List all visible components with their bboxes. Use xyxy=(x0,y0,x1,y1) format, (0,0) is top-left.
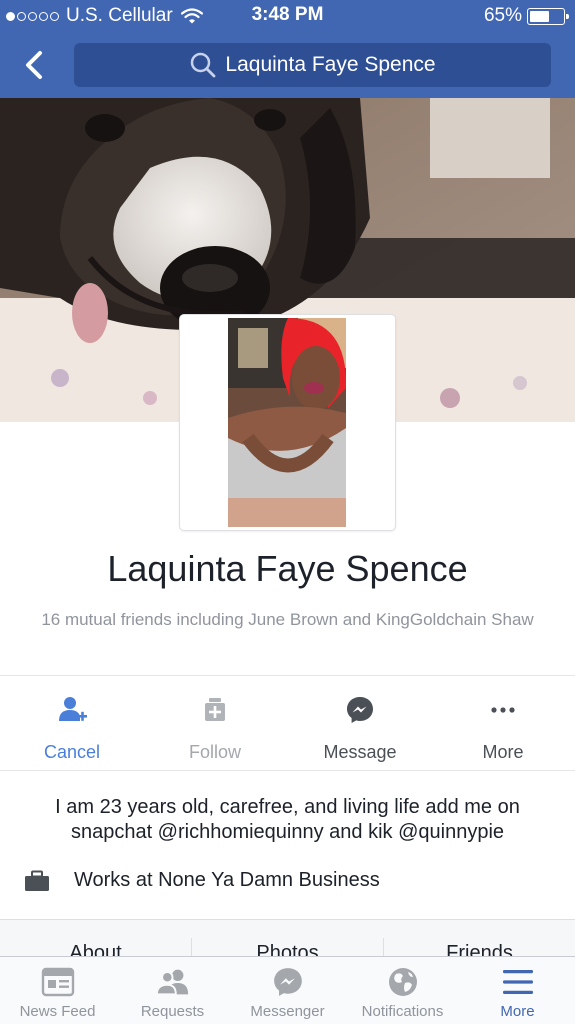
messenger-icon xyxy=(273,968,302,996)
tab-messenger[interactable]: Messenger xyxy=(230,957,345,1024)
tab-friends[interactable]: Friends xyxy=(384,920,575,959)
battery-icon xyxy=(527,7,569,25)
news-feed-icon xyxy=(41,967,74,997)
battery-level xyxy=(530,10,550,22)
cancel-request-button[interactable]: Cancel xyxy=(0,676,144,770)
tab-photos[interactable]: Photos xyxy=(192,920,383,959)
tab-notifications[interactable]: Notifications xyxy=(345,957,460,1024)
message-label: Message xyxy=(323,742,397,762)
briefcase-icon xyxy=(25,870,49,891)
tab-about[interactable]: About xyxy=(0,920,191,959)
more-tab-label: More xyxy=(500,1003,535,1020)
work-text: Works at None Ya Damn Business xyxy=(74,869,380,891)
chevron-left-icon xyxy=(26,51,42,79)
search-query: Laquinta Faye Spence xyxy=(225,53,436,76)
search-input[interactable]: Laquinta Faye Spence xyxy=(74,43,551,87)
navigation-bar: Laquinta Faye Spence xyxy=(0,32,575,98)
profile-bio: I am 23 years old, carefree, and living … xyxy=(55,796,520,843)
person-add-icon xyxy=(59,697,87,721)
back-button[interactable] xyxy=(18,48,52,82)
divider xyxy=(0,770,575,771)
follow-button[interactable]: Follow xyxy=(143,676,287,770)
more-button[interactable]: More xyxy=(431,676,575,770)
message-button[interactable]: Message xyxy=(288,676,432,770)
requests-icon xyxy=(155,969,188,996)
news-feed-label: News Feed xyxy=(19,1003,96,1020)
search-icon xyxy=(191,52,216,78)
bottom-tab-bar: News Feed Requests Messenger Notificatio… xyxy=(0,956,575,1024)
tab-news-feed[interactable]: News Feed xyxy=(0,957,115,1024)
profile-actions: Cancel Follow Message More xyxy=(0,676,575,770)
follow-label: Follow xyxy=(188,742,241,762)
profile-tabs: About Photos Friends xyxy=(0,919,575,959)
battery-percentage: 65% xyxy=(483,5,522,26)
menu-icon xyxy=(502,970,533,994)
profile-name: Laquinta Faye Spence xyxy=(107,548,468,589)
status-bar: U.S. Cellular 3:48 PM 65% xyxy=(0,0,575,32)
more-icon xyxy=(491,707,515,713)
profile-picture-frame[interactable] xyxy=(180,315,395,530)
work-info[interactable]: Works at None Ya Damn Business xyxy=(24,869,380,892)
messenger-icon xyxy=(347,697,373,723)
requests-label: Requests xyxy=(140,1003,205,1020)
tab-requests[interactable]: Requests xyxy=(115,957,230,1024)
profile-picture xyxy=(228,318,346,527)
status-right: 65% xyxy=(483,5,569,27)
tab-more[interactable]: More xyxy=(460,957,575,1024)
more-label: More xyxy=(482,742,524,762)
follow-icon xyxy=(205,698,225,721)
messenger-label: Messenger xyxy=(250,1003,325,1020)
cancel-label: Cancel xyxy=(43,742,101,762)
globe-icon xyxy=(388,968,417,996)
notifications-label: Notifications xyxy=(361,1003,444,1020)
mutual-friends-text[interactable]: 16 mutual friends including June Brown a… xyxy=(24,608,551,632)
